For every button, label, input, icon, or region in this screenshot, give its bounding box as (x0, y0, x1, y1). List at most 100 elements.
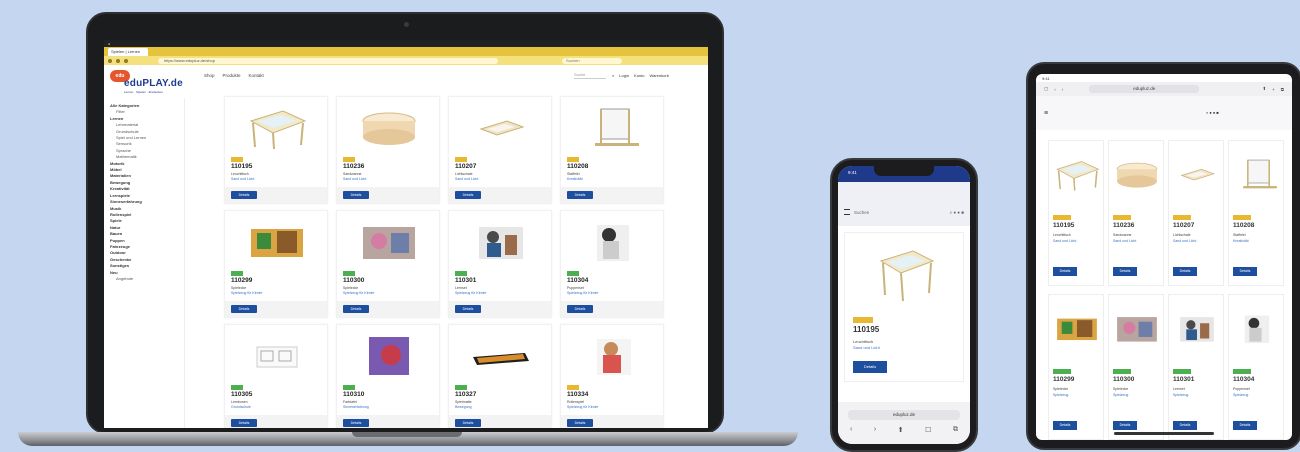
product-category[interactable]: Spielzeug (1233, 393, 1248, 397)
sidebar-icon[interactable]: ▢ (1044, 86, 1048, 92)
back-icon[interactable]: ‹ (850, 426, 852, 434)
product-card[interactable]: 110305 Lernboxen Grundschule Details (224, 324, 328, 428)
product-image[interactable] (1171, 157, 1223, 203)
product-image[interactable] (1171, 311, 1223, 357)
product-details-button[interactable]: Details (1173, 267, 1197, 276)
product-category[interactable]: Sand und Licht (1053, 239, 1076, 243)
forward-icon[interactable] (116, 58, 120, 63)
product-category[interactable]: Sand und Licht (231, 177, 254, 181)
product-image[interactable] (467, 105, 535, 149)
login-link[interactable]: Login (619, 73, 629, 78)
product-image[interactable] (467, 219, 535, 263)
product-image[interactable] (243, 333, 311, 377)
browser-search-field[interactable]: Suchen (562, 57, 622, 64)
product-category[interactable]: Sand und Licht (1173, 239, 1196, 243)
product-category[interactable]: Spielzeug für Kinder (455, 291, 487, 295)
cart-link[interactable]: Warenkorb (650, 73, 669, 78)
product-details-button[interactable]: Details (343, 305, 369, 313)
product-image[interactable] (1111, 157, 1163, 203)
product-card[interactable]: 110304 Puppenset Spielzeug Details (1228, 294, 1284, 440)
phone-header-icons[interactable]: ⌕ ● ● ■ (950, 210, 964, 215)
product-image[interactable] (579, 105, 647, 149)
product-details-button[interactable]: Details (567, 305, 593, 313)
product-category[interactable]: Spielzeug für Kinder (567, 405, 599, 409)
product-details-button[interactable]: Details (853, 361, 887, 373)
product-card[interactable]: 110327 Spielmatte Bewegung Details (448, 324, 552, 428)
product-details-button[interactable]: Details (1233, 267, 1257, 276)
site-logo[interactable]: edu eduPLAY.de Lernen · Spielen · Entdec… (110, 68, 183, 96)
product-image[interactable] (355, 333, 423, 377)
product-category[interactable]: Spielzeug für Kinder (231, 291, 263, 295)
product-card[interactable]: 110310 Farbtafel Sinneserfahrung Details (336, 324, 440, 428)
product-details-button[interactable]: Details (231, 305, 257, 313)
product-card[interactable]: 110301 Lernset Spielzeug für Kinder Details (448, 210, 552, 318)
product-card[interactable]: 110195 Leuchttisch Sand und Licht Details (224, 96, 328, 204)
product-image[interactable] (355, 105, 423, 149)
product-image[interactable] (579, 333, 647, 377)
product-details-button[interactable]: Details (231, 191, 257, 199)
product-image[interactable] (1231, 157, 1283, 203)
sidebar-item[interactable]: Angebote (110, 276, 184, 282)
product-details-button[interactable]: Details (1113, 267, 1137, 276)
search-icon[interactable]: ⌕ (612, 73, 614, 78)
product-card[interactable]: 110301 Lernset Spielzeug Details (1168, 294, 1224, 440)
tablet-header-actions[interactable]: ⌕ ● ● ■ (1206, 110, 1219, 115)
product-details-button[interactable]: Details (567, 191, 593, 199)
product-details-button[interactable]: Details (1113, 421, 1137, 430)
product-details-button[interactable]: Details (455, 305, 481, 313)
topnav-contact[interactable]: Kontakt (249, 73, 264, 78)
product-details-button[interactable]: Details (1053, 421, 1077, 430)
site-search-input[interactable]: Suche (574, 72, 606, 79)
browser-tab[interactable]: Spielen | Lernen (108, 48, 148, 56)
menu-icon[interactable] (844, 209, 850, 215)
product-card[interactable]: 110195 Leuchttisch Sand und Licht Details (1048, 140, 1104, 286)
product-image[interactable] (1231, 311, 1283, 357)
product-category[interactable]: Sand und Licht (455, 177, 478, 181)
product-details-button[interactable]: Details (567, 419, 593, 427)
product-details-button[interactable]: Details (455, 191, 481, 199)
product-image[interactable] (579, 219, 647, 263)
product-card[interactable]: 110236 Sandwanne Sand und Licht Details (1108, 140, 1164, 286)
product-category[interactable]: Grundschule (231, 405, 251, 409)
bookmarks-icon[interactable]: ☐ (925, 426, 931, 434)
product-card[interactable]: 110236 Sandwanne Sand und Licht Details (336, 96, 440, 204)
account-link[interactable]: Konto (634, 73, 644, 78)
product-card[interactable]: 110208 Staffelei Kreativität Details (560, 96, 664, 204)
product-category[interactable]: Kreativität (1233, 239, 1249, 243)
product-details-button[interactable]: Details (343, 191, 369, 199)
address-bar[interactable]: https://www.edupluz.de/shop (158, 57, 498, 64)
product-card[interactable]: 110300 Spielecke Spielzeug für Kinder Detai… (336, 210, 440, 318)
share-icon[interactable]: ⬆ (898, 426, 904, 434)
phone-address-bar[interactable]: edupluz.de (848, 410, 960, 420)
product-image[interactable] (467, 333, 535, 377)
product-details-button[interactable]: Details (231, 419, 257, 427)
reload-icon[interactable] (124, 58, 128, 63)
product-card[interactable]: 110334 Rollenspiel Spielzeug für Kinder Det… (560, 324, 664, 428)
product-details-button[interactable]: Details (1053, 267, 1077, 276)
phone-product-card[interactable]: 110195 Leuchttisch Sand und Licht Detail… (844, 232, 964, 382)
product-image[interactable] (243, 219, 311, 263)
add-tab-icon[interactable]: + (1272, 87, 1275, 92)
product-image[interactable] (1051, 311, 1103, 357)
tabs-icon[interactable]: ⧉ (1281, 87, 1284, 92)
product-category[interactable]: Sand und Licht (343, 177, 366, 181)
tablet-address-bar[interactable]: edupluz.de (1089, 85, 1200, 93)
product-details-button[interactable]: Details (1173, 421, 1197, 430)
product-details-button[interactable]: Details (455, 419, 481, 427)
back-icon[interactable]: ‹ (1054, 87, 1056, 92)
menu-icon[interactable]: ≡ (1044, 110, 1048, 117)
product-category[interactable]: Sand und Licht (1113, 239, 1136, 243)
forward-icon[interactable]: › (1062, 87, 1064, 92)
product-card[interactable]: 110207 Lichtschale Sand und Licht Details (1168, 140, 1224, 286)
product-image[interactable] (355, 219, 423, 263)
product-category[interactable]: Bewegung (455, 405, 472, 409)
topnav-products[interactable]: Produkte (223, 73, 241, 78)
product-category[interactable]: Spielzeug für Kinder (343, 291, 375, 295)
forward-icon[interactable]: › (874, 426, 876, 434)
product-category[interactable]: Spielzeug für Kinder (567, 291, 599, 295)
back-icon[interactable] (108, 58, 112, 63)
product-details-button[interactable]: Details (1233, 421, 1257, 430)
product-card[interactable]: 110299 Spielecke Spielzeug Details (1048, 294, 1104, 440)
topnav-shop[interactable]: Shop (204, 73, 215, 78)
phone-search-bar[interactable]: Suchen ⌕ ● ● ■ (844, 207, 964, 217)
